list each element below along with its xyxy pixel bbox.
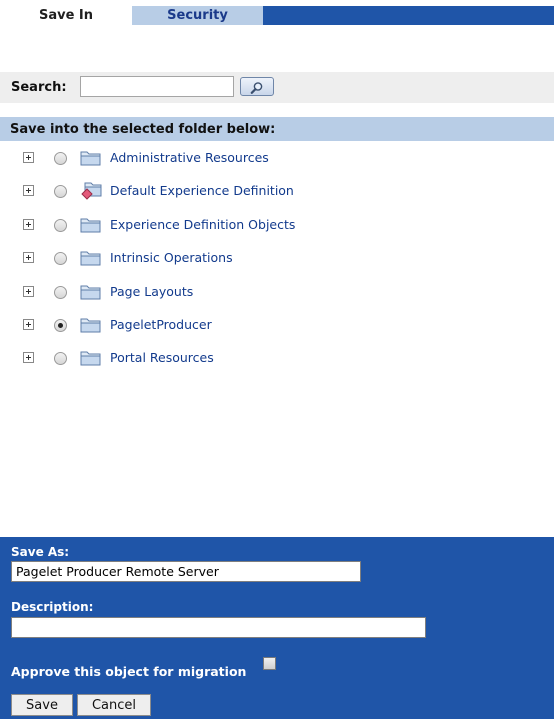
folder-radio[interactable] [54,219,67,232]
search-input[interactable] [80,76,234,97]
expand-icon[interactable] [23,352,34,363]
tab-security[interactable]: Security [132,6,263,25]
description-label: Description: [11,600,94,614]
folder-radio[interactable] [54,252,67,265]
expand-icon[interactable] [23,319,34,330]
folder-icon [79,215,103,235]
tab-bar-filler [263,6,554,25]
folder-icon [79,282,103,302]
expand-icon[interactable] [23,185,34,196]
approve-migration-label: Approve this object for migration [11,664,247,679]
folder-radio[interactable] [54,185,67,198]
search-label: Search: [11,80,67,95]
tree-item-label[interactable]: Experience Definition Objects [110,217,295,233]
tree-item-label[interactable]: Default Experience Definition [110,183,294,199]
save-button[interactable]: Save [11,694,73,716]
tab-bar: Save In Security [0,6,554,25]
expand-icon[interactable] [23,286,34,297]
description-input[interactable] [11,617,426,638]
tree-item-page-layouts: Page Layouts [0,275,554,309]
folder-icon [79,348,103,368]
search-button[interactable] [240,77,274,96]
expand-icon[interactable] [23,152,34,163]
tree-item-label[interactable]: PageletProducer [110,317,212,333]
tree-item-administrative-resources: Administrative Resources [0,141,554,175]
save-as-label: Save As: [11,545,70,559]
tree-item-pageletproducer: PageletProducer [0,308,554,342]
tree-item-label[interactable]: Portal Resources [110,350,214,366]
folder-icon [79,148,103,168]
folder-radio[interactable] [54,352,67,365]
expand-icon[interactable] [23,219,34,230]
save-as-panel: Save As: Description: Approve this objec… [0,537,554,719]
expand-icon[interactable] [23,252,34,263]
cancel-button[interactable]: Cancel [77,694,151,716]
folder-tree-heading-text: Save into the selected folder below: [10,122,276,137]
folder-tree-heading: Save into the selected folder below: [0,117,554,141]
tab-save-in[interactable]: Save In [0,6,132,25]
folder-radio-selected[interactable] [54,319,67,332]
folder-radio[interactable] [54,152,67,165]
tree-item-label[interactable]: Intrinsic Operations [110,250,233,266]
experience-definition-icon [79,181,103,201]
save-as-input[interactable] [11,561,361,582]
tree-item-label[interactable]: Page Layouts [110,284,193,300]
search-bar: Search: [0,72,554,103]
folder-icon [79,315,103,335]
tree-item-default-experience-definition: Default Experience Definition [0,174,554,208]
tree-item-experience-definition-objects: Experience Definition Objects [0,208,554,242]
magnifier-icon [250,80,264,94]
folder-icon [79,248,103,268]
tree-item-label[interactable]: Administrative Resources [110,150,269,166]
folder-radio[interactable] [54,286,67,299]
approve-migration-checkbox[interactable] [263,657,276,670]
tree-item-intrinsic-operations: Intrinsic Operations [0,241,554,275]
tree-item-portal-resources: Portal Resources [0,341,554,375]
